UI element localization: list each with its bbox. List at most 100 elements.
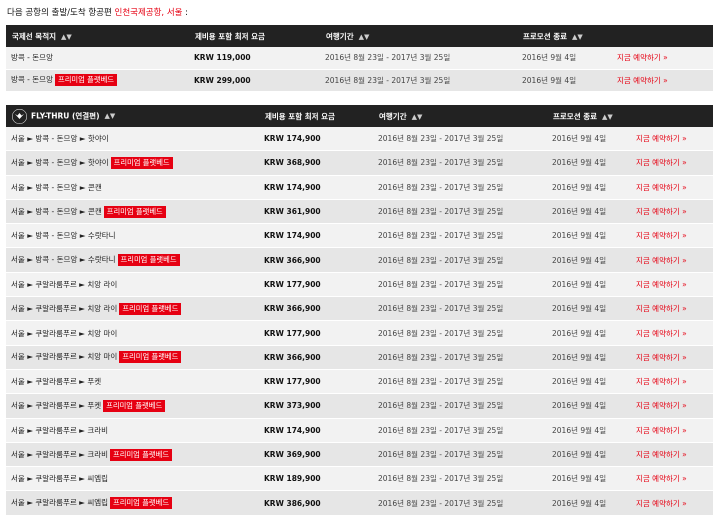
book-now-link[interactable]: 지금 예약하기 » xyxy=(636,353,687,362)
route-arrow-icon: ► xyxy=(79,255,86,265)
route-cell: 서울 ► 방콕 - 돈므앙 ► 콘캔 프리미엄 플랫베드 xyxy=(6,199,259,225)
book-cell: 지금 예약하기 » xyxy=(631,247,714,273)
book-cell: 지금 예약하기 » xyxy=(631,320,714,346)
book-cell: 지금 예약하기 » xyxy=(631,345,714,370)
fly-thru-logo-icon xyxy=(12,108,27,124)
travel-period: 2016년 8월 23일 - 2017년 3월 25일 xyxy=(373,418,547,443)
travel-period: 2016년 8월 23일 - 2017년 3월 25일 xyxy=(320,47,517,70)
sort-updown-icon[interactable]: ▲▼ xyxy=(359,33,370,41)
sort-updown-icon[interactable]: ▲▼ xyxy=(572,33,583,41)
column-header-period[interactable]: 여행기간 ▲▼ xyxy=(373,105,547,127)
route-segment: 씨엠립 xyxy=(87,474,109,484)
route-segment: 크라비 xyxy=(87,449,109,459)
route-arrow-icon: ► xyxy=(27,255,33,265)
book-now-link[interactable]: 지금 예약하기 » xyxy=(636,280,687,289)
book-cell: 지금 예약하기 » xyxy=(612,47,714,70)
promotion-end-date: 2016년 9월 4일 xyxy=(547,393,631,419)
route-cell: 서울 ► 쿠알라룸푸르 ► 치앙 마이 프리미엄 플랫베드 xyxy=(6,345,259,370)
book-now-link[interactable]: 지금 예약하기 » xyxy=(636,158,687,167)
route-segment: 쿠알라룸푸르 xyxy=(35,449,77,459)
book-now-link[interactable]: 지금 예약하기 » xyxy=(636,329,687,338)
fare-price: KRW 177,900 xyxy=(259,320,373,346)
route-segment: 콘캔 xyxy=(87,182,102,192)
route-segment: 방콕 - 돈므앙 xyxy=(11,53,53,63)
route-arrow-icon: ► xyxy=(79,182,86,192)
book-cell: 지금 예약하기 » xyxy=(631,223,714,249)
column-header-promo-end[interactable]: 프로모션 종료 ▲▼ xyxy=(517,25,713,47)
route-arrow-icon: ► xyxy=(79,303,85,313)
sort-updown-icon[interactable]: ▲▼ xyxy=(61,33,72,41)
route-cell: 서울 ► 방콕 - 돈므앙 ► 수랏타니 xyxy=(6,223,259,249)
route-segment: 수랏타니 xyxy=(87,231,116,241)
sort-updown-icon[interactable]: ▲▼ xyxy=(412,113,423,121)
route-segment: 치앙 마이 xyxy=(87,352,118,362)
route-segment: 수랏타니 xyxy=(87,255,116,265)
book-now-link[interactable]: 지금 예약하기 » xyxy=(636,231,687,240)
travel-period: 2016년 8월 23일 - 2017년 3월 25일 xyxy=(373,393,547,419)
book-now-link[interactable]: 지금 예약하기 » xyxy=(636,134,687,143)
book-now-link[interactable]: 지금 예약하기 » xyxy=(636,256,687,265)
route-segment: 서울 xyxy=(11,255,25,265)
table-row: 서울 ► 쿠알라룸푸르 ► 씨엠립 프리미엄 플랫베드 KRW 386,900 201… xyxy=(6,490,714,516)
column-header-period[interactable]: 여행기간 ▲▼ xyxy=(320,25,517,47)
route-cell: 방콕 - 돈므앙 xyxy=(6,47,189,70)
route-arrow-icon: ► xyxy=(27,400,33,410)
route-segment: 방콕 - 돈므앙 xyxy=(35,255,78,265)
book-cell: 지금 예약하기 » xyxy=(631,272,714,298)
route-arrow-icon: ► xyxy=(27,474,33,484)
table-row: 서울 ► 방콕 - 돈므앙 ► 수랏타니 프리미엄 플랫베드 KRW 366,900… xyxy=(6,247,714,273)
book-now-link[interactable]: 지금 예약하기 » xyxy=(636,207,687,216)
route-segment: 쿠알라룸푸르 xyxy=(35,279,77,289)
sort-updown-icon[interactable]: ▲▼ xyxy=(602,113,613,121)
heading-suffix: : xyxy=(182,8,189,18)
travel-period: 2016년 8월 23일 - 2017년 3월 25일 xyxy=(373,127,547,152)
fare-price: KRW 119,000 xyxy=(189,47,320,70)
book-now-link[interactable]: 지금 예약하기 » xyxy=(617,76,668,85)
premium-flatbed-badge: 프리미엄 플랫베드 xyxy=(103,399,166,412)
column-header-fly-thru[interactable]: FLY-THRU (연결편) ▲▼ xyxy=(6,105,259,127)
route-segment: 서울 xyxy=(11,400,25,410)
table-row: 방콕 - 돈므앙 프리미엄 플랫베드 KRW 299,000 2016년 8월 23일… xyxy=(6,69,714,92)
table-row: 서울 ► 방콕 - 돈므앙 ► 콘캔 프리미엄 플랫베드 KRW 361,900 20… xyxy=(6,199,714,225)
route-cell: 서울 ► 쿠알라룸푸르 ► 크라비 xyxy=(6,418,259,443)
route-segment: 서울 xyxy=(11,425,25,435)
table-row: 서울 ► 방콕 - 돈므앙 ► 수랏타니 KRW 174,900 2016년 8월 … xyxy=(6,223,714,249)
fare-price: KRW 174,900 xyxy=(259,223,373,249)
book-cell: 지금 예약하기 » xyxy=(631,175,714,200)
route-segment: 푸켓 xyxy=(87,377,102,387)
route-arrow-icon: ► xyxy=(27,352,33,362)
premium-flatbed-badge: 프리미엄 플랫베드 xyxy=(117,254,180,267)
fare-price: KRW 174,900 xyxy=(259,418,373,443)
book-now-link[interactable]: 지금 예약하기 » xyxy=(636,304,687,313)
route-segment: 방콕 - 돈므앙 xyxy=(35,157,78,167)
route-segment: 방콕 - 돈므앙 xyxy=(35,206,78,216)
travel-period: 2016년 8월 23일 - 2017년 3월 25일 xyxy=(373,345,547,370)
fare-price: KRW 366,900 xyxy=(259,345,373,370)
column-header-destination[interactable]: 국제선 목적지 ▲▼ xyxy=(6,25,189,47)
book-now-link[interactable]: 지금 예약하기 » xyxy=(636,377,687,386)
book-now-link[interactable]: 지금 예약하기 » xyxy=(636,183,687,192)
route-arrow-icon: ► xyxy=(79,231,86,241)
table-row: 서울 ► 방콕 - 돈므앙 ► 핫야이 KRW 174,900 2016년 8월 2… xyxy=(6,127,714,152)
route-arrow-icon: ► xyxy=(27,182,33,192)
sort-updown-icon[interactable]: ▲▼ xyxy=(105,112,116,120)
route-arrow-icon: ► xyxy=(79,352,85,362)
route-segment: 쿠알라룸푸르 xyxy=(35,352,77,362)
route-segment: 서울 xyxy=(11,182,25,192)
route-arrow-icon: ► xyxy=(79,206,86,216)
book-now-link[interactable]: 지금 예약하기 » xyxy=(636,499,687,508)
route-arrow-icon: ► xyxy=(27,303,33,313)
table-row: 서울 ► 쿠알라룸푸르 ► 크라비 KRW 174,900 2016년 8월 23일… xyxy=(6,418,714,443)
route-arrow-icon: ► xyxy=(27,377,33,387)
fly-thru-routes-table: FLY-THRU (연결편) ▲▼ 제비용 포함 최저 요금 여행기간 ▲▼ 프로모… xyxy=(6,105,714,516)
book-now-link[interactable]: 지금 예약하기 » xyxy=(636,401,687,410)
column-header-promo-end[interactable]: 프로모션 종료 ▲▼ xyxy=(547,105,713,127)
book-now-link[interactable]: 지금 예약하기 » xyxy=(617,53,668,62)
premium-flatbed-badge: 프리미엄 플랫베드 xyxy=(119,351,182,364)
book-now-link[interactable]: 지금 예약하기 » xyxy=(636,450,687,459)
book-now-link[interactable]: 지금 예약하기 » xyxy=(636,426,687,435)
route-segment: 서울 xyxy=(11,206,25,216)
route-segment: 방콕 - 돈므앙 xyxy=(35,182,78,192)
route-segment: 서울 xyxy=(11,279,25,289)
book-now-link[interactable]: 지금 예약하기 » xyxy=(636,474,687,483)
